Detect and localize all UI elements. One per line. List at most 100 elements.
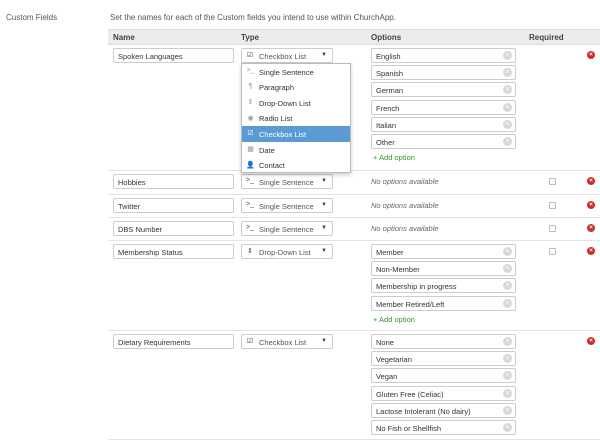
option-label: Lactose Intolerant (No dairy) (376, 406, 471, 416)
chevron-down-icon: ▼ (321, 52, 327, 58)
field-row: Hobbies >_ Single Sentence ▼ No options avai… (108, 171, 600, 195)
field-type-label: Single Sentence (259, 178, 314, 187)
delete-field-icon[interactable]: × (587, 224, 595, 232)
option-input[interactable]: Non-Member × (371, 261, 516, 277)
field-type-label: Drop-Down List (259, 248, 311, 257)
delete-field-icon[interactable]: × (587, 177, 595, 185)
remove-option-icon[interactable]: × (503, 405, 512, 415)
dropdown-item-label: Contact (259, 161, 285, 171)
delete-field-icon[interactable]: × (587, 51, 595, 59)
required-checkbox[interactable] (549, 225, 556, 232)
option-input[interactable]: Membership in progress × (371, 278, 516, 294)
remove-option-icon[interactable]: × (503, 337, 512, 346)
dropdown-item[interactable]: ◉ Radio List (242, 111, 350, 127)
field-type-icon: >_ (246, 224, 254, 231)
option-input[interactable]: Member × (371, 244, 516, 259)
column-header-required: Required (529, 33, 564, 42)
option-label: Non-Member (376, 265, 420, 275)
remove-option-icon[interactable]: × (503, 388, 512, 398)
field-type-select[interactable]: ☑ Checkbox List ▼ (241, 334, 333, 349)
delete-field-icon[interactable]: × (587, 247, 595, 255)
delete-field-icon[interactable]: × (587, 337, 595, 345)
option-label: None (376, 338, 394, 347)
field-name-input[interactable]: Hobbies (113, 174, 234, 189)
option-input[interactable]: Lactose Intolerant (No dairy) × (371, 402, 516, 418)
option-label: Member (376, 248, 404, 257)
chevron-down-icon: ▼ (321, 338, 327, 344)
field-row: Twitter >_ Single Sentence ▼ No options avai… (108, 195, 600, 218)
remove-option-icon[interactable]: × (503, 281, 512, 291)
option-label: Vegetarian (376, 355, 412, 365)
field-name-input[interactable]: Spoken Languages (113, 48, 234, 63)
option-input[interactable]: Member Retired/Left × (371, 295, 516, 311)
option-label: Gluten Free (Celiac) (376, 389, 444, 399)
field-name-input[interactable]: DBS Number (113, 221, 234, 236)
option-input[interactable]: Italian × (371, 116, 516, 132)
column-header-name: Name (113, 33, 135, 42)
remove-option-icon[interactable]: × (503, 51, 512, 60)
remove-option-icon[interactable]: × (503, 137, 512, 146)
section-label: Custom Fields (6, 13, 58, 22)
option-input[interactable]: English × (371, 48, 516, 63)
dropdown-item[interactable]: ⇕ Drop-Down List (242, 95, 350, 111)
remove-option-icon[interactable]: × (503, 247, 512, 256)
field-row: Spoken Languages ☑ Checkbox List ▼ English × S… (108, 45, 600, 171)
field-name-input[interactable]: Twitter (113, 198, 234, 213)
option-label: Member Retired/Left (376, 299, 445, 309)
delete-field-icon[interactable]: × (587, 201, 595, 209)
required-checkbox[interactable] (549, 248, 556, 255)
add-option-button[interactable]: + Add option (373, 153, 415, 162)
column-header-type: Type (241, 33, 260, 42)
option-label: German (376, 86, 404, 96)
add-option-button[interactable]: + Add option (373, 315, 415, 324)
field-type-label: Checkbox List (259, 338, 307, 347)
field-name-input[interactable]: Membership Status (113, 244, 234, 259)
remove-option-icon[interactable]: × (503, 264, 512, 274)
remove-option-icon[interactable]: × (503, 354, 512, 364)
remove-option-icon[interactable]: × (503, 68, 512, 78)
field-row: Membership Status ⇕ Drop-Down List ▼ Member ×… (108, 241, 600, 331)
chevron-down-icon: ▼ (321, 202, 327, 208)
option-input[interactable]: German × (371, 82, 516, 98)
option-input[interactable]: Gluten Free (Celiac) × (371, 385, 516, 401)
dropdown-item[interactable]: >_ Single Sentence (242, 64, 350, 80)
required-checkbox[interactable] (549, 202, 556, 209)
dropdown-item[interactable]: 👤 Contact (242, 158, 350, 174)
dropdown-item[interactable]: ▦ Date (242, 142, 350, 158)
no-options-text: No options available (371, 201, 439, 210)
field-type-select[interactable]: >_ Single Sentence ▼ (241, 221, 333, 236)
field-name-input[interactable]: Dietary Requirements (113, 334, 234, 349)
dropdown-item[interactable]: ☑ Checkbox List (242, 126, 350, 142)
remove-option-icon[interactable]: × (503, 371, 512, 381)
option-label: Italian (376, 120, 397, 130)
field-type-select[interactable]: >_ Single Sentence ▼ (241, 198, 333, 213)
type-option-icon: ▦ (247, 146, 254, 153)
field-type-select[interactable]: ☑ Checkbox List ▼ (241, 48, 333, 63)
option-input[interactable]: Vegetarian × (371, 351, 516, 367)
option-input[interactable]: Other × (371, 134, 516, 149)
remove-option-icon[interactable]: × (503, 298, 512, 308)
option-input[interactable]: Vegan × (371, 368, 516, 384)
remove-option-icon[interactable]: × (503, 102, 512, 112)
option-input[interactable]: No Fish or Shellfish × (371, 420, 516, 435)
option-input[interactable]: French × (371, 99, 516, 115)
remove-option-icon[interactable]: × (503, 85, 512, 95)
field-type-icon: ☑ (246, 52, 254, 59)
remove-option-icon[interactable]: × (503, 423, 512, 432)
option-label: French (376, 103, 400, 113)
chevron-down-icon: ▼ (321, 248, 327, 254)
type-option-icon: ¶ (248, 82, 253, 90)
type-option-icon: ☑ (247, 130, 254, 138)
field-type-select[interactable]: >_ Single Sentence ▼ (241, 174, 333, 189)
field-row: Dietary Requirements ☑ Checkbox List ▼ None ×… (108, 331, 600, 440)
field-row: DBS Number >_ Single Sentence ▼ No options a… (108, 218, 600, 241)
type-dropdown-menu: >_ Single Sentence ¶ Paragraph ⇕ Drop-Down Li… (241, 63, 351, 173)
remove-option-icon[interactable]: × (503, 119, 512, 129)
dropdown-item-label: Single Sentence (259, 67, 314, 77)
dropdown-item[interactable]: ¶ Paragraph (242, 80, 350, 96)
option-input[interactable]: Spanish × (371, 65, 516, 81)
option-label: No Fish or Shellfish (376, 424, 442, 433)
option-input[interactable]: None × (371, 334, 516, 349)
field-type-select[interactable]: ⇕ Drop-Down List ▼ (241, 244, 333, 259)
required-checkbox[interactable] (549, 178, 556, 185)
